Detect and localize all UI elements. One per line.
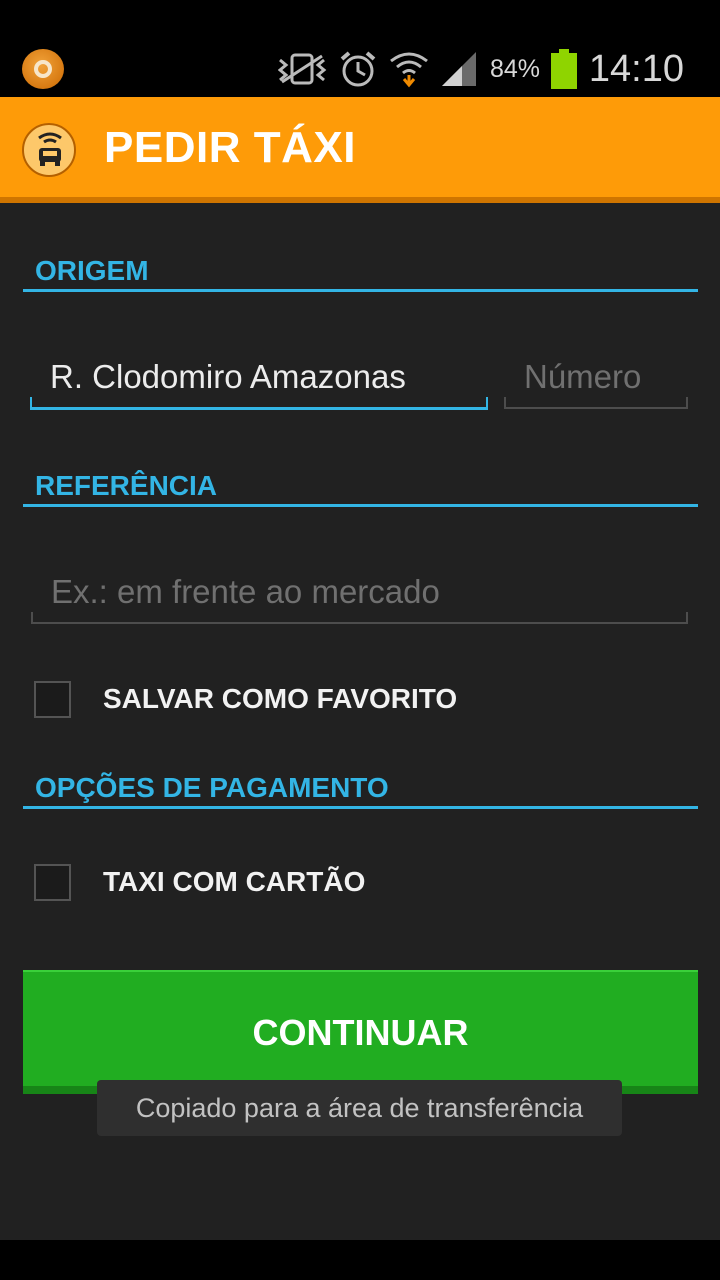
save-favorite-checkbox[interactable] <box>34 680 71 718</box>
street-input-value: R. Clodomiro Amazonas <box>50 358 406 395</box>
payment-section-header: OPÇÕES DE PAGAMENTO <box>23 770 698 809</box>
card-taxi-label: TAXI COM CARTÃO <box>103 866 366 897</box>
save-favorite-label: SALVAR COMO FAVORITO <box>103 683 458 714</box>
reference-input-placeholder: Ex.: em frente ao mercado <box>51 573 440 610</box>
reference-section-header: REFERÊNCIA <box>23 468 698 507</box>
battery-percent: 84% <box>490 54 541 83</box>
card-taxi-row[interactable]: TAXI COM CARTÃO <box>34 862 365 902</box>
battery-icon <box>550 49 578 89</box>
reference-input[interactable]: Ex.: em frente ao mercado <box>31 570 688 624</box>
top-letterbox <box>0 0 720 40</box>
app-notification-icon <box>22 49 64 89</box>
signal-icon <box>440 50 478 88</box>
clipboard-toast: Copiado para a área de transferência <box>97 1080 622 1136</box>
card-taxi-checkbox[interactable] <box>34 863 71 901</box>
street-input[interactable]: R. Clodomiro Amazonas <box>30 355 488 410</box>
vibrate-icon <box>278 52 328 86</box>
bottom-letterbox <box>0 1240 720 1280</box>
toast-message: Copiado para a área de transferência <box>135 1092 584 1123</box>
alarm-icon <box>338 49 378 89</box>
taxi-icon[interactable] <box>22 123 76 177</box>
payment-header-label: OPÇÕES DE PAGAMENTO <box>35 772 389 803</box>
action-bar: PEDIR TÁXI <box>0 97 720 203</box>
continue-button-label: CONTINUAR <box>252 1012 469 1053</box>
status-clock: 14:10 <box>588 48 684 90</box>
wifi-icon <box>388 49 430 89</box>
continue-button[interactable]: CONTINUAR <box>23 970 698 1094</box>
save-favorite-row[interactable]: SALVAR COMO FAVORITO <box>34 679 457 719</box>
origin-section-header: ORIGEM <box>23 253 698 292</box>
status-icons: 84% <box>278 46 578 92</box>
page-title: PEDIR TÁXI <box>104 123 356 172</box>
number-input-placeholder: Número <box>524 358 642 395</box>
reference-header-label: REFERÊNCIA <box>35 470 218 501</box>
status-bar: 84% 14:10 <box>0 40 720 97</box>
number-input[interactable]: Número <box>504 355 688 409</box>
origin-header-label: ORIGEM <box>35 255 149 286</box>
order-form: ORIGEM R. Clodomiro Amazonas Número REFE… <box>0 203 720 1240</box>
